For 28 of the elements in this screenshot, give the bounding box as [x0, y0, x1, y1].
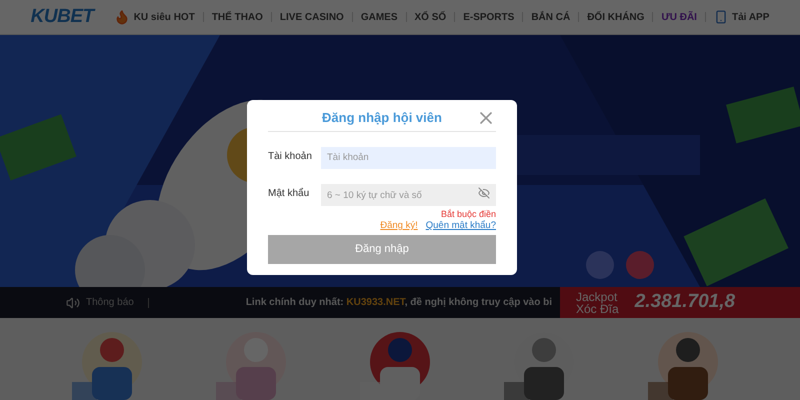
phone-icon [714, 10, 728, 24]
nav-link[interactable]: ĐỐI KHÁNG [587, 10, 644, 24]
nav-link[interactable]: E-SPORTS [463, 10, 514, 24]
nav-link[interactable]: ƯU ĐÃI [661, 10, 697, 24]
eye-off-icon[interactable] [478, 186, 490, 198]
error-text: Bắt buộc điền [440, 209, 496, 220]
field-label: Mật khẩu [268, 186, 310, 202]
input-field[interactable]: Tài khoản [321, 146, 496, 168]
marquee-text: Link chính duy nhất: KU3933.NET, đề nghị không truy cập vào bi [244, 296, 553, 310]
register-link[interactable]: Đăng ký! [380, 220, 418, 232]
field-label: Tài khoản [268, 150, 313, 164]
password-field[interactable]: 6 ~ 10 ký tự chữ và số [321, 184, 496, 206]
nav-link[interactable]: Tải APP [732, 10, 770, 24]
forgot-password-link[interactable]: Quên mật khẩu? [426, 220, 496, 232]
jackpot-label: Xóc Đĩa [576, 302, 619, 314]
notice-label: Thông báo [86, 296, 134, 310]
nav-link[interactable]: GAMES [360, 10, 398, 24]
nav-link[interactable]: THỂ THAO [212, 10, 263, 24]
jackpot-label: Jackpot [576, 290, 618, 302]
nav-link[interactable]: XỔ SỐ [414, 10, 446, 24]
nav-link[interactable]: KU siêu HOT [134, 10, 195, 24]
nav-link[interactable]: BẮN CÁ [531, 10, 570, 24]
nav-link[interactable]: LIVE CASINO [280, 10, 344, 24]
logo[interactable]: KUBET [30, 2, 94, 32]
dialog-title: Đăng nhập hội viên [322, 108, 442, 127]
speaker-icon [66, 296, 80, 310]
jackpot-value: 2.381.701,8 [634, 290, 736, 314]
flame-icon [114, 9, 130, 25]
